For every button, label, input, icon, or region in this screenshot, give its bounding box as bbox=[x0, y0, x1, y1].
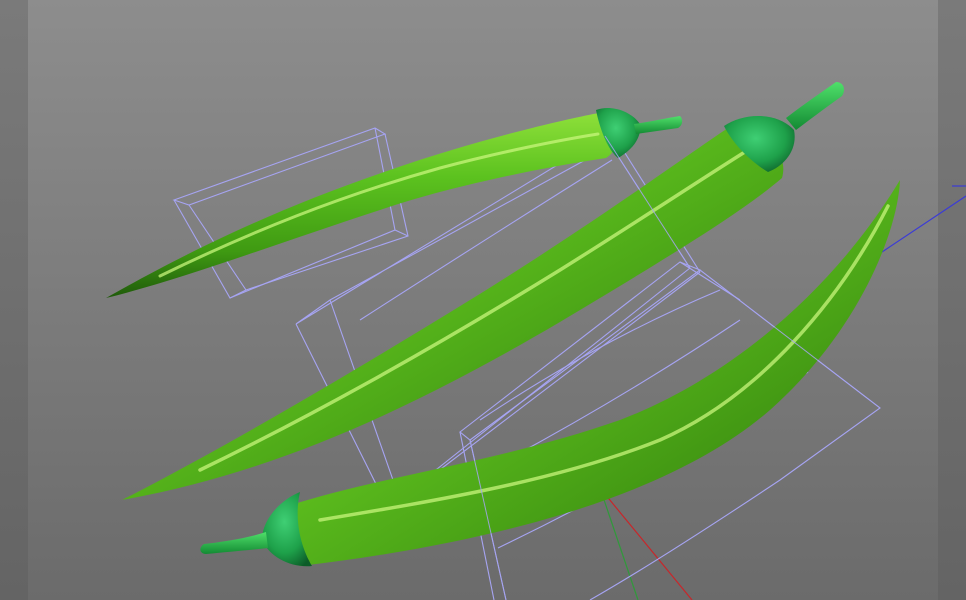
viewport-left-band bbox=[0, 0, 28, 600]
3d-viewport[interactable] bbox=[0, 0, 966, 600]
viewport-right-band bbox=[938, 0, 966, 600]
viewport-canvas bbox=[0, 0, 966, 600]
